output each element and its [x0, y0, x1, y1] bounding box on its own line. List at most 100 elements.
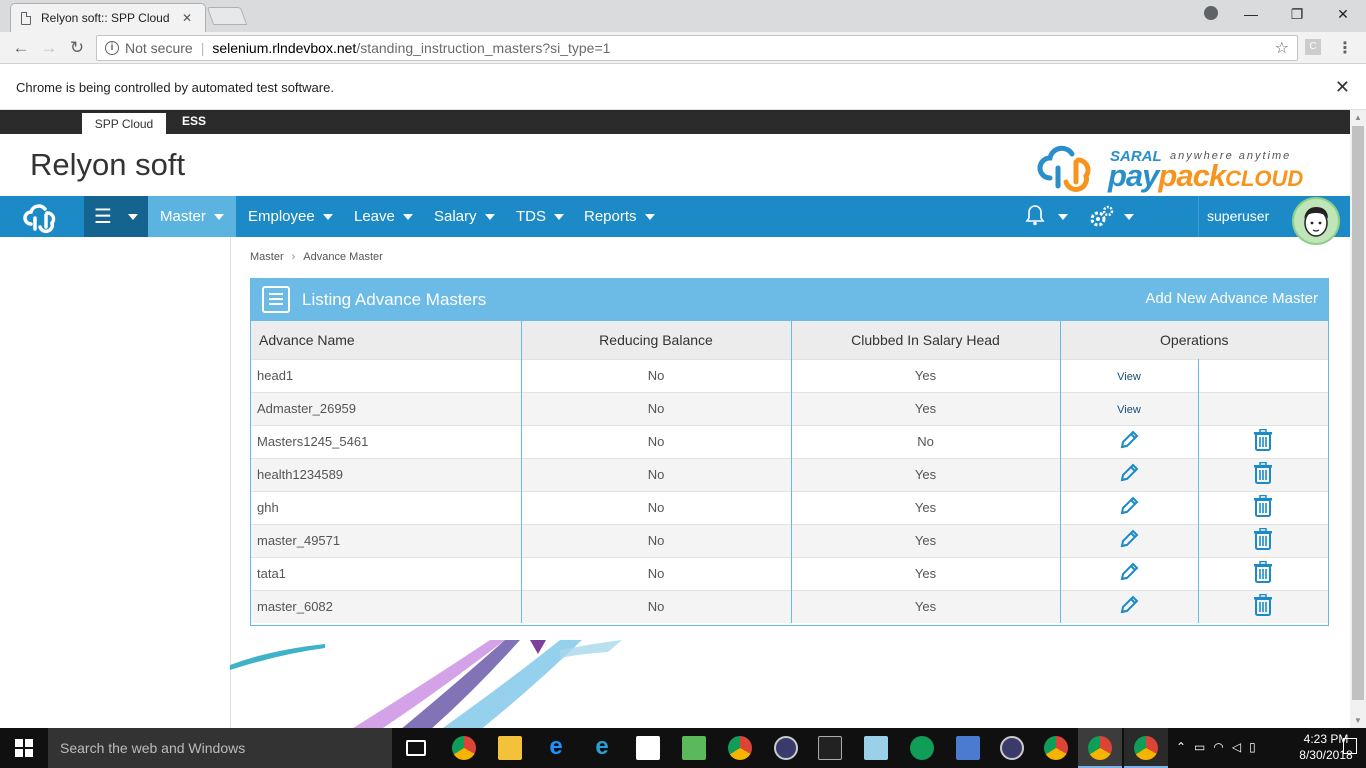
- eclipse-icon[interactable]: [774, 736, 798, 760]
- internet-explorer-icon[interactable]: e: [590, 735, 614, 760]
- reducing-balance-cell: No: [521, 490, 792, 524]
- nav-reports[interactable]: Reports: [572, 196, 667, 237]
- browser-tab[interactable]: Relyon soft:: SPP Cloud ✕: [10, 3, 206, 32]
- reload-icon[interactable]: ↻: [66, 37, 88, 59]
- command-prompt-icon[interactable]: [818, 736, 842, 760]
- chevron-down-icon[interactable]: [1124, 214, 1134, 220]
- sidebar: [0, 237, 231, 728]
- edge-icon[interactable]: e: [544, 735, 568, 760]
- reducing-balance-cell: No: [521, 391, 792, 425]
- view-link[interactable]: View: [1117, 404, 1141, 416]
- operations-cell-empty: [1198, 391, 1329, 425]
- clubbed-in-salary-head-cell: Yes: [791, 589, 1061, 623]
- task-view-icon[interactable]: [406, 740, 426, 756]
- clubbed-in-salary-head-cell: Yes: [791, 523, 1061, 557]
- reducing-balance-cell: No: [521, 457, 792, 491]
- start-button[interactable]: [0, 728, 48, 768]
- edit-pencil-icon[interactable]: [1118, 462, 1140, 487]
- windows-taskbar: Search the web and Windows e e ⌃▭◠◁▯ 4:2…: [0, 728, 1366, 768]
- nav-tds[interactable]: TDS: [504, 196, 576, 237]
- close-window-icon[interactable]: ✕: [1320, 0, 1366, 28]
- notifications-bell-icon[interactable]: [1024, 204, 1046, 232]
- edit-pencil-icon[interactable]: [1118, 495, 1140, 520]
- table-header-row: Advance Name Reducing Balance Clubbed In…: [251, 321, 1329, 359]
- delete-trash-icon[interactable]: [1253, 527, 1273, 553]
- hangouts-icon[interactable]: [910, 736, 934, 760]
- url-path: /standing_instruction_masters?si_type=1: [356, 40, 611, 56]
- taskbar-search-box[interactable]: Search the web and Windows: [48, 728, 392, 768]
- file-explorer-icon[interactable]: [498, 736, 522, 760]
- maximize-icon[interactable]: ❐: [1274, 0, 1320, 28]
- scroll-up-icon[interactable]: ▲: [1354, 113, 1362, 122]
- minimize-icon[interactable]: —: [1228, 0, 1274, 28]
- nav-salary[interactable]: Salary: [422, 196, 507, 237]
- info-icon[interactable]: i: [105, 41, 119, 55]
- nav-tds-label: TDS: [516, 208, 546, 225]
- spreadsheet-app-icon[interactable]: [682, 736, 706, 760]
- chrome-icon: [1134, 736, 1158, 760]
- delete-trash-icon[interactable]: [1253, 594, 1273, 619]
- address-bar[interactable]: i Not secure | selenium.rlndevbox.net /s…: [96, 35, 1298, 61]
- infobar-close-icon[interactable]: ✕: [1335, 77, 1350, 98]
- chevron-down-icon: [127, 213, 138, 220]
- eclipse-icon[interactable]: [1000, 736, 1024, 760]
- tab-ess[interactable]: ESS: [182, 114, 206, 128]
- chrome-icon[interactable]: [452, 736, 476, 760]
- store-icon[interactable]: [636, 736, 660, 760]
- scroll-down-icon[interactable]: ▼: [1354, 716, 1362, 725]
- action-center-icon[interactable]: [1343, 738, 1357, 754]
- view-link[interactable]: View: [1117, 371, 1141, 383]
- browser-menu-icon[interactable]: ⋮: [1337, 38, 1353, 58]
- back-icon[interactable]: ←: [10, 37, 32, 59]
- profile-icon[interactable]: [1204, 6, 1218, 20]
- table-row: master_6082 No Yes: [251, 589, 1329, 623]
- settings-gear-icon[interactable]: [1088, 204, 1116, 234]
- active-chrome-window[interactable]: [1124, 728, 1168, 768]
- delete-trash-icon[interactable]: [1253, 461, 1273, 487]
- clubbed-in-salary-head-cell: No: [791, 424, 1061, 458]
- extension-icon[interactable]: C: [1305, 39, 1321, 55]
- chrome-icon[interactable]: [1044, 736, 1068, 760]
- delete-trash-icon[interactable]: [1253, 494, 1273, 520]
- page-icon: [21, 11, 31, 25]
- tab-spp-cloud[interactable]: SPP Cloud: [82, 113, 166, 134]
- chrome-icon[interactable]: [728, 736, 752, 760]
- delete-trash-icon[interactable]: [1253, 428, 1273, 454]
- active-chrome-window[interactable]: [1078, 728, 1122, 768]
- breadcrumb-master[interactable]: Master: [250, 251, 284, 263]
- breadcrumb: Master › Advance Master: [250, 251, 383, 263]
- edit-pencil-icon[interactable]: [1118, 528, 1140, 553]
- advance-masters-panel: Listing Advance Masters Add New Advance …: [250, 278, 1329, 626]
- column-header-advance-name: Advance Name: [251, 321, 522, 359]
- nav-employee[interactable]: Employee: [236, 196, 345, 237]
- clubbed-in-salary-head-cell: Yes: [791, 358, 1061, 392]
- add-new-advance-master-link[interactable]: Add New Advance Master: [1145, 290, 1318, 307]
- page-scrollbar[interactable]: ▲ ▼: [1350, 110, 1366, 728]
- delete-trash-icon[interactable]: [1253, 560, 1273, 586]
- bookmark-star-icon[interactable]: ☆: [1275, 38, 1289, 58]
- forward-icon[interactable]: →: [38, 37, 60, 59]
- chevron-down-icon[interactable]: [1058, 214, 1068, 220]
- scrollbar-thumb[interactable]: [1352, 126, 1364, 700]
- automation-infobar: Chrome is being controlled by automated …: [0, 65, 1366, 110]
- edit-pencil-icon[interactable]: [1118, 429, 1140, 454]
- operations-cell: [1060, 490, 1199, 524]
- edit-pencil-icon[interactable]: [1118, 561, 1140, 586]
- notes-app-icon[interactable]: [864, 736, 888, 760]
- reducing-balance-cell: No: [521, 589, 792, 623]
- tab-close-icon[interactable]: ✕: [179, 11, 195, 25]
- system-tray-icons[interactable]: ⌃▭◠◁▯: [1176, 740, 1264, 754]
- avatar[interactable]: [1292, 197, 1340, 245]
- chevron-right-icon: ›: [291, 251, 296, 263]
- home-logo-icon[interactable]: [0, 196, 84, 237]
- hamburger-menu-button[interactable]: ☰: [84, 196, 148, 237]
- advance-name-cell: master_6082: [251, 589, 522, 623]
- operations-cell-empty: [1198, 358, 1329, 392]
- new-tab-button[interactable]: [206, 7, 248, 25]
- nav-leave[interactable]: Leave: [342, 196, 425, 237]
- remote-desktop-icon[interactable]: [956, 736, 980, 760]
- clubbed-in-salary-head-cell: Yes: [791, 490, 1061, 524]
- edit-pencil-icon[interactable]: [1118, 594, 1140, 619]
- nav-master[interactable]: Master: [148, 196, 236, 237]
- operations-cell: [1060, 523, 1199, 557]
